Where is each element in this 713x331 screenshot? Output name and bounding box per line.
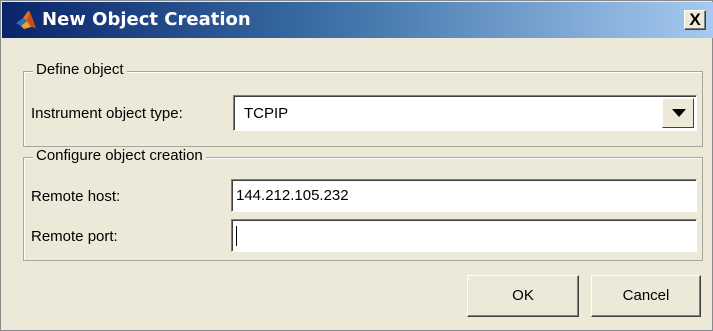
configure-object-label: Configure object creation (33, 147, 206, 164)
instrument-type-value: TCPIP (244, 105, 289, 122)
define-object-label: Define object (33, 61, 127, 78)
remote-host-value: 144.212.105.232 (236, 187, 349, 204)
ok-button[interactable]: OK (467, 275, 579, 317)
cancel-button[interactable]: Cancel (591, 275, 701, 317)
remote-host-label: Remote host: (31, 188, 121, 205)
title-bar[interactable]: New Object Creation X (2, 2, 713, 38)
instrument-type-select[interactable]: TCPIP (233, 95, 697, 131)
cancel-button-label: Cancel (622, 287, 670, 304)
close-button[interactable]: X (684, 10, 706, 30)
chevron-down-icon[interactable] (662, 98, 694, 128)
close-icon: X (689, 10, 701, 29)
remote-host-input[interactable]: 144.212.105.232 (231, 179, 697, 212)
instrument-type-label: Instrument object type: (31, 105, 183, 122)
window-title: New Object Creation (42, 9, 251, 30)
dialog-window: New Object Creation X Define object Inst… (0, 0, 713, 331)
remote-port-input[interactable] (231, 219, 697, 252)
ok-button-label: OK (512, 287, 534, 304)
remote-port-label: Remote port: (31, 228, 118, 245)
matlab-icon (16, 11, 36, 29)
